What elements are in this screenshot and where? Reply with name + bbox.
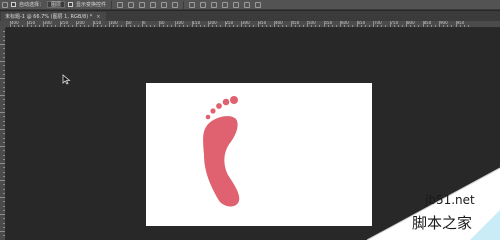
- watermark-site: jb51.net: [425, 193, 475, 207]
- watermark-name: 脚本之家: [412, 214, 473, 232]
- photoshop-window: 自动选择： 图层 显示变换控件 未标题-1 @ 66.7% (图层 1, RGB…: [0, 0, 500, 240]
